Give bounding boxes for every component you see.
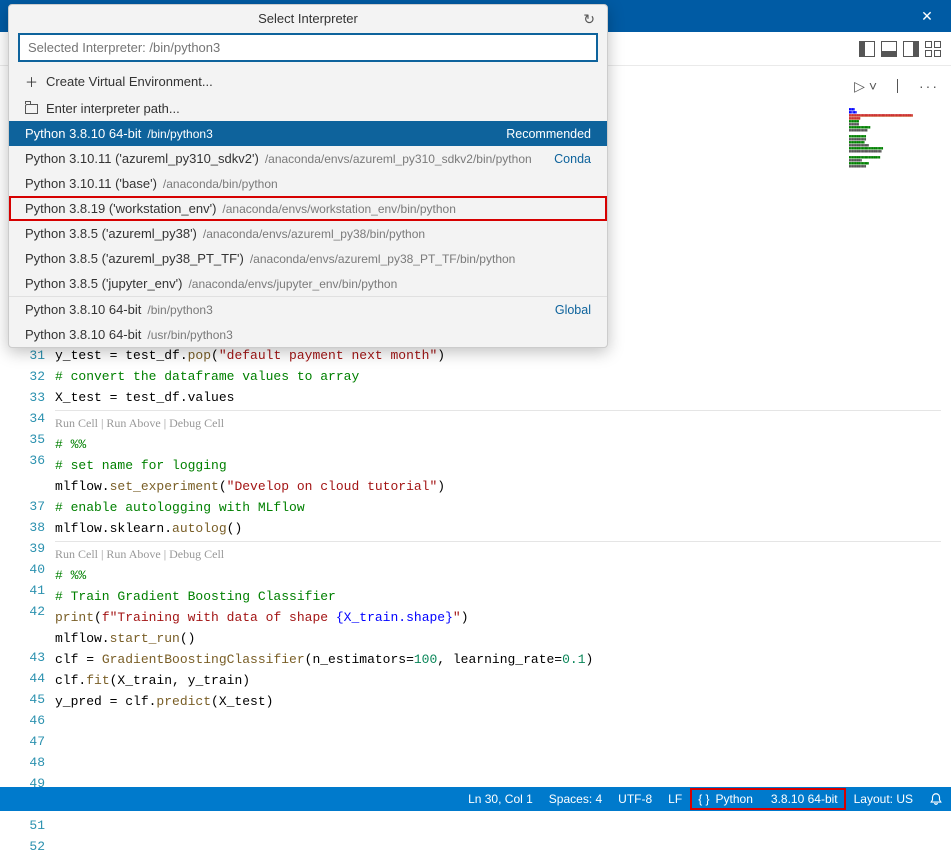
interpreter-option[interactable]: Python 3.8.10 64-bit/bin/python3Recommen… xyxy=(9,121,607,146)
interpreter-search-input[interactable] xyxy=(19,34,597,61)
cell-lens[interactable]: Run Cell | Run Above | Debug Cell xyxy=(55,541,941,565)
panel-right-icon[interactable] xyxy=(903,41,919,57)
enter-path-action[interactable]: Enter interpreter path... xyxy=(9,96,607,121)
status-layout[interactable]: Layout: US xyxy=(846,787,921,811)
split-editor-icon[interactable] xyxy=(891,79,905,93)
interpreter-option[interactable]: Python 3.8.10 64-bit/bin/python3Global xyxy=(9,297,607,322)
interpreter-option[interactable]: Python 3.8.19 ('workstation_env')/anacon… xyxy=(9,196,607,221)
status-language: Python xyxy=(716,792,753,806)
status-python-box[interactable]: { } Python 3.8.10 64-bit xyxy=(690,788,845,810)
status-python-version: 3.8.10 64-bit xyxy=(771,792,838,806)
status-bar: Ln 30, Col 1 Spaces: 4 UTF-8 LF { } Pyth… xyxy=(0,787,951,811)
close-button[interactable]: ✕ xyxy=(907,1,947,31)
status-cursor-pos[interactable]: Ln 30, Col 1 xyxy=(460,787,541,811)
python-env-icon: { } xyxy=(698,792,709,806)
status-eol[interactable]: LF xyxy=(660,787,690,811)
panel-title: Select Interpreter ↻ xyxy=(9,5,607,30)
interpreter-option[interactable]: Python 3.8.5 ('jupyter_env')/anaconda/en… xyxy=(9,271,607,296)
panel-bottom-icon[interactable] xyxy=(881,41,897,57)
interpreter-option[interactable]: Python 3.10.11 ('base')/anaconda/bin/pyt… xyxy=(9,171,607,196)
select-interpreter-panel: Select Interpreter ↻ ＋ Create Virtual En… xyxy=(8,4,608,348)
interpreter-search-wrap xyxy=(19,34,597,61)
interpreter-option[interactable]: Python 3.10.11 ('azureml_py310_sdkv2')/a… xyxy=(9,146,607,171)
create-venv-action[interactable]: ＋ Create Virtual Environment... xyxy=(9,67,607,96)
notifications-icon[interactable] xyxy=(921,787,951,811)
interpreter-option[interactable]: Python 3.8.5 ('azureml_py38_PT_TF')/anac… xyxy=(9,246,607,271)
status-indent[interactable]: Spaces: 4 xyxy=(541,787,610,811)
interpreter-list: Python 3.8.10 64-bit/bin/python3Recommen… xyxy=(9,121,607,347)
folder-icon xyxy=(25,104,38,114)
panel-left-icon[interactable] xyxy=(859,41,875,57)
more-actions-icon[interactable]: ··· xyxy=(919,78,939,94)
interpreter-option[interactable]: Python 3.8.5 ('azureml_py38')/anaconda/e… xyxy=(9,221,607,246)
layout-grid-icon[interactable] xyxy=(925,41,941,57)
refresh-icon[interactable]: ↻ xyxy=(583,11,595,28)
run-icon[interactable]: ▷ ˅ xyxy=(854,78,877,95)
interpreter-option[interactable]: Python 3.8.10 64-bit/usr/bin/python3 xyxy=(9,322,607,347)
plus-icon: ＋ xyxy=(25,72,38,91)
cell-lens[interactable]: Run Cell | Run Above | Debug Cell xyxy=(55,410,941,434)
status-encoding[interactable]: UTF-8 xyxy=(610,787,660,811)
